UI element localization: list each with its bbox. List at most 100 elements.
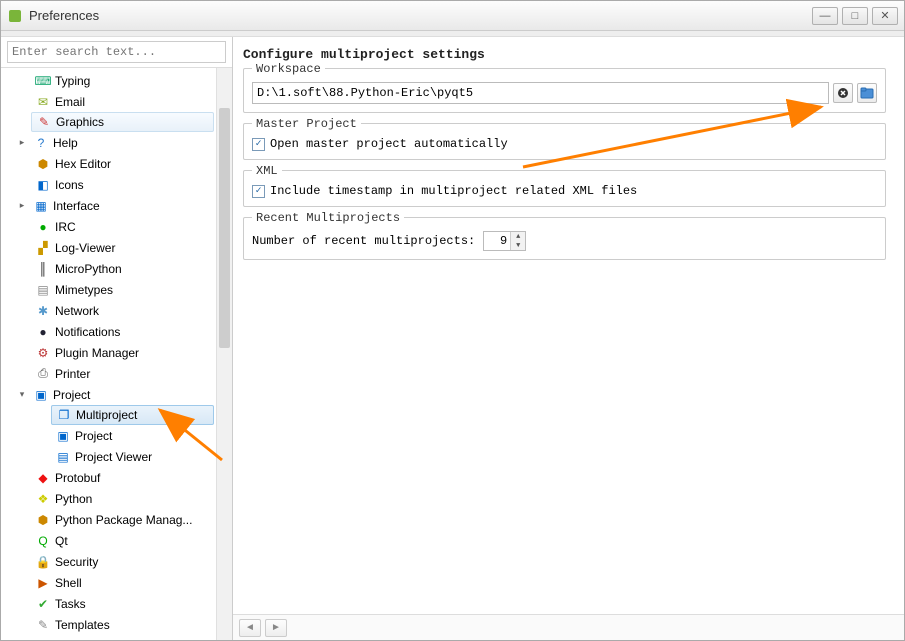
python-package-manag--icon: ⬢ [35,512,51,528]
checkmark-icon: ✓ [252,138,265,151]
translator-icon: ⚑ [35,638,51,641]
hex-editor-icon: ⬢ [35,156,51,172]
tree-item-label: Graphics [56,115,104,129]
project-icon: ▣ [55,428,71,444]
tree-item[interactable]: ◧Icons [1,174,232,195]
tree-item[interactable]: ⬢ Hex Editor [1,153,232,174]
recent-multiprojects-group: Recent Multiprojects Number of recent mu… [243,217,886,260]
window-title: Preferences [29,8,99,23]
python-icon: ❖ [35,491,51,507]
tree-item[interactable]: ▸ ▦ Interface [1,195,232,216]
tree-item[interactable]: ⬢ Python Package Manag... [1,509,232,530]
plugin-manager-icon: ⚙ [35,345,51,361]
tree-item[interactable]: ✎ Graphics [31,112,214,132]
tree-item[interactable]: QQt [1,530,232,551]
tree-item-label: Qt [55,534,68,548]
tree-item[interactable]: ⚑Translator [1,635,232,640]
tree-item[interactable]: ✎Templates [1,614,232,635]
tree-scrollbar-thumb[interactable] [219,108,230,348]
tree-item[interactable]: 🔒 Security [1,551,232,572]
tasks-icon: ✔ [35,596,51,612]
tree-item[interactable]: ◆ Protobuf [1,467,232,488]
tree-item-label: Email [55,95,85,109]
master-project-group-label: Master Project [252,117,361,131]
include-timestamp-label: Include timestamp in multiproject relate… [270,184,637,198]
tree-item-label: Python [55,492,92,506]
minimize-button[interactable]: — [812,7,838,25]
tree-item[interactable]: ▾▣Project [1,384,232,405]
tree-item[interactable]: ▞Log-Viewer [1,237,232,258]
log-viewer-icon: ▞ [35,240,51,256]
close-button[interactable]: ✕ [872,7,898,25]
maximize-button[interactable]: □ [842,7,868,25]
tree-item-label: Project [75,429,112,443]
mimetypes-icon: ▤ [35,282,51,298]
clear-workspace-button[interactable] [833,83,853,103]
nav-back-button[interactable]: ◄ [239,619,261,637]
help-icon: ? [33,135,49,151]
tree-item[interactable]: ⚙Plugin Manager [1,342,232,363]
spin-up-button[interactable]: ▲ [511,232,525,241]
typing-icon: ⌨ [35,73,51,89]
chevron-right-icon[interactable]: ▸ [15,200,29,211]
tree-item[interactable]: ✉ Email [1,91,232,112]
nav-forward-button[interactable]: ► [265,619,287,637]
tree-item[interactable]: ✔Tasks [1,593,232,614]
tree-item-label: Multiproject [76,408,137,422]
spin-down-button[interactable]: ▼ [511,241,525,250]
preferences-window: Preferences — □ ✕ ⌨Typing✉Email✎Graphics… [0,0,905,641]
tree-item-label: Security [55,555,98,569]
category-tree[interactable]: ⌨Typing✉Email✎Graphics▸?Help⬢Hex Editor◧… [1,68,232,640]
project-viewer-icon: ▤ [55,449,71,465]
protobuf-icon: ◆ [35,470,51,486]
micropython-icon: ║ [35,261,51,277]
tree-item[interactable]: ▸?Help [1,132,232,153]
tree-item[interactable]: ▤ Mimetypes [1,279,232,300]
tree-item-label: IRC [55,220,76,234]
tree-child-item[interactable]: ▣ Project [1,425,232,446]
tree-item[interactable]: ●IRC [1,216,232,237]
tree-item[interactable]: ⌨Typing [1,70,232,91]
printer-icon: ⎙ [35,366,51,382]
tree-item[interactable]: ●Notifications [1,321,232,342]
tree-item-label: Python Package Manag... [55,513,192,527]
workspace-path-input[interactable] [252,82,829,104]
graphics-icon: ✎ [36,114,52,130]
tree-item[interactable]: ║ MicroPython [1,258,232,279]
tree-item-label: Notifications [55,325,120,339]
workspace-group: Workspace [243,68,886,113]
chevron-down-icon[interactable]: ▾ [15,389,29,400]
tree-child-item[interactable]: ▤Project Viewer [1,446,232,467]
page-title: Configure multiproject settings [243,45,886,68]
checkmark-icon: ✓ [252,185,265,198]
interface-icon: ▦ [33,198,49,214]
recent-count-input[interactable] [484,232,510,250]
dialog-body: ⌨Typing✉Email✎Graphics▸?Help⬢Hex Editor◧… [1,37,904,640]
settings-pane: Configure multiproject settings Workspac… [233,37,904,640]
tree-item[interactable]: ✱Network [1,300,232,321]
recent-count-spinner[interactable]: ▲ ▼ [483,231,526,251]
include-timestamp-checkbox[interactable]: ✓ Include timestamp in multiproject rela… [252,184,877,198]
chevron-right-icon[interactable]: ▸ [15,137,29,148]
tree-scrollbar[interactable] [216,68,232,640]
xml-group: XML ✓ Include timestamp in multiproject … [243,170,886,207]
master-project-group: Master Project ✓ Open master project aut… [243,123,886,160]
nav-bar: ◄ ► [233,614,904,640]
tree-item[interactable]: ▶Shell [1,572,232,593]
tree-item-label: Protobuf [55,471,100,485]
tree-child-item[interactable]: ❐Multiproject [51,405,214,425]
browse-workspace-button[interactable] [857,83,877,103]
templates-icon: ✎ [35,617,51,633]
tree-item-label: Mimetypes [55,283,113,297]
titlebar: Preferences — □ ✕ [1,1,904,31]
tree-item-label: MicroPython [55,262,122,276]
tree-item[interactable]: ⎙Printer [1,363,232,384]
search-input[interactable] [7,41,226,63]
security-icon: 🔒 [35,554,51,570]
tree-item-label: Interface [53,199,100,213]
open-master-automatically-checkbox[interactable]: ✓ Open master project automatically [252,137,877,151]
tree-item[interactable]: ❖ Python [1,488,232,509]
email-icon: ✉ [35,94,51,110]
tree-item-label: Hex Editor [55,157,111,171]
clear-icon [837,87,849,99]
